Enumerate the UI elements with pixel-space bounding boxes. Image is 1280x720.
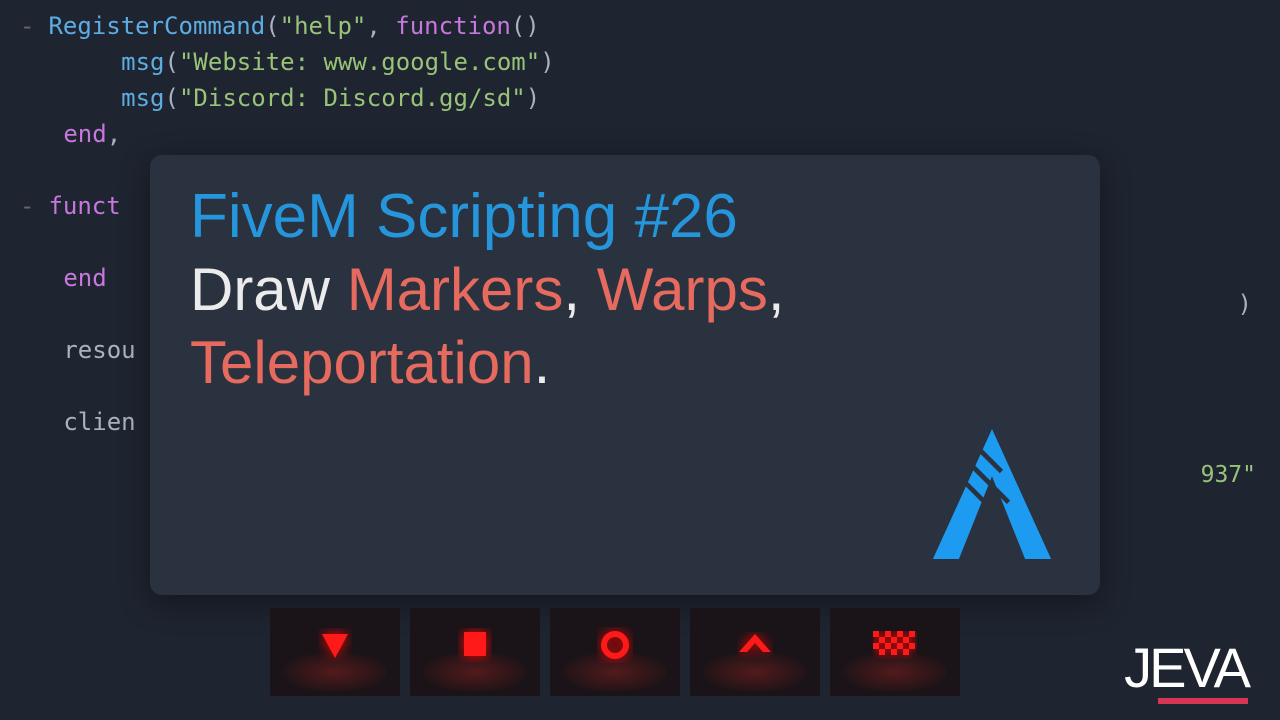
card-subtitle-line-2: Teleportation.	[190, 328, 1060, 397]
thumb-marker-chevron	[690, 608, 820, 696]
code-line-1: - RegisterCommand("help", function()	[20, 8, 1260, 44]
logo-a-icon	[932, 429, 1052, 559]
card-subtitle-line-1: Draw Markers, Warps,	[190, 255, 1060, 324]
jeva-logo: JEVA	[1124, 635, 1248, 700]
thumbnail-strip	[270, 608, 960, 696]
thumb-marker-ring	[550, 608, 680, 696]
code-line-4: end,	[20, 116, 1260, 152]
thumb-marker-square	[410, 608, 540, 696]
code-line-3: msg("Discord: Discord.gg/sd")	[20, 80, 1260, 116]
title-card: FiveM Scripting #26 Draw Markers, Warps,…	[150, 155, 1100, 595]
thumb-marker-checker	[830, 608, 960, 696]
code-fragment-paren: )	[1238, 290, 1252, 318]
card-title: FiveM Scripting #26	[190, 183, 1060, 251]
code-line-2: msg("Website: www.google.com")	[20, 44, 1260, 80]
code-fragment-string: 937"	[1201, 462, 1256, 488]
thumb-marker-triangle	[270, 608, 400, 696]
